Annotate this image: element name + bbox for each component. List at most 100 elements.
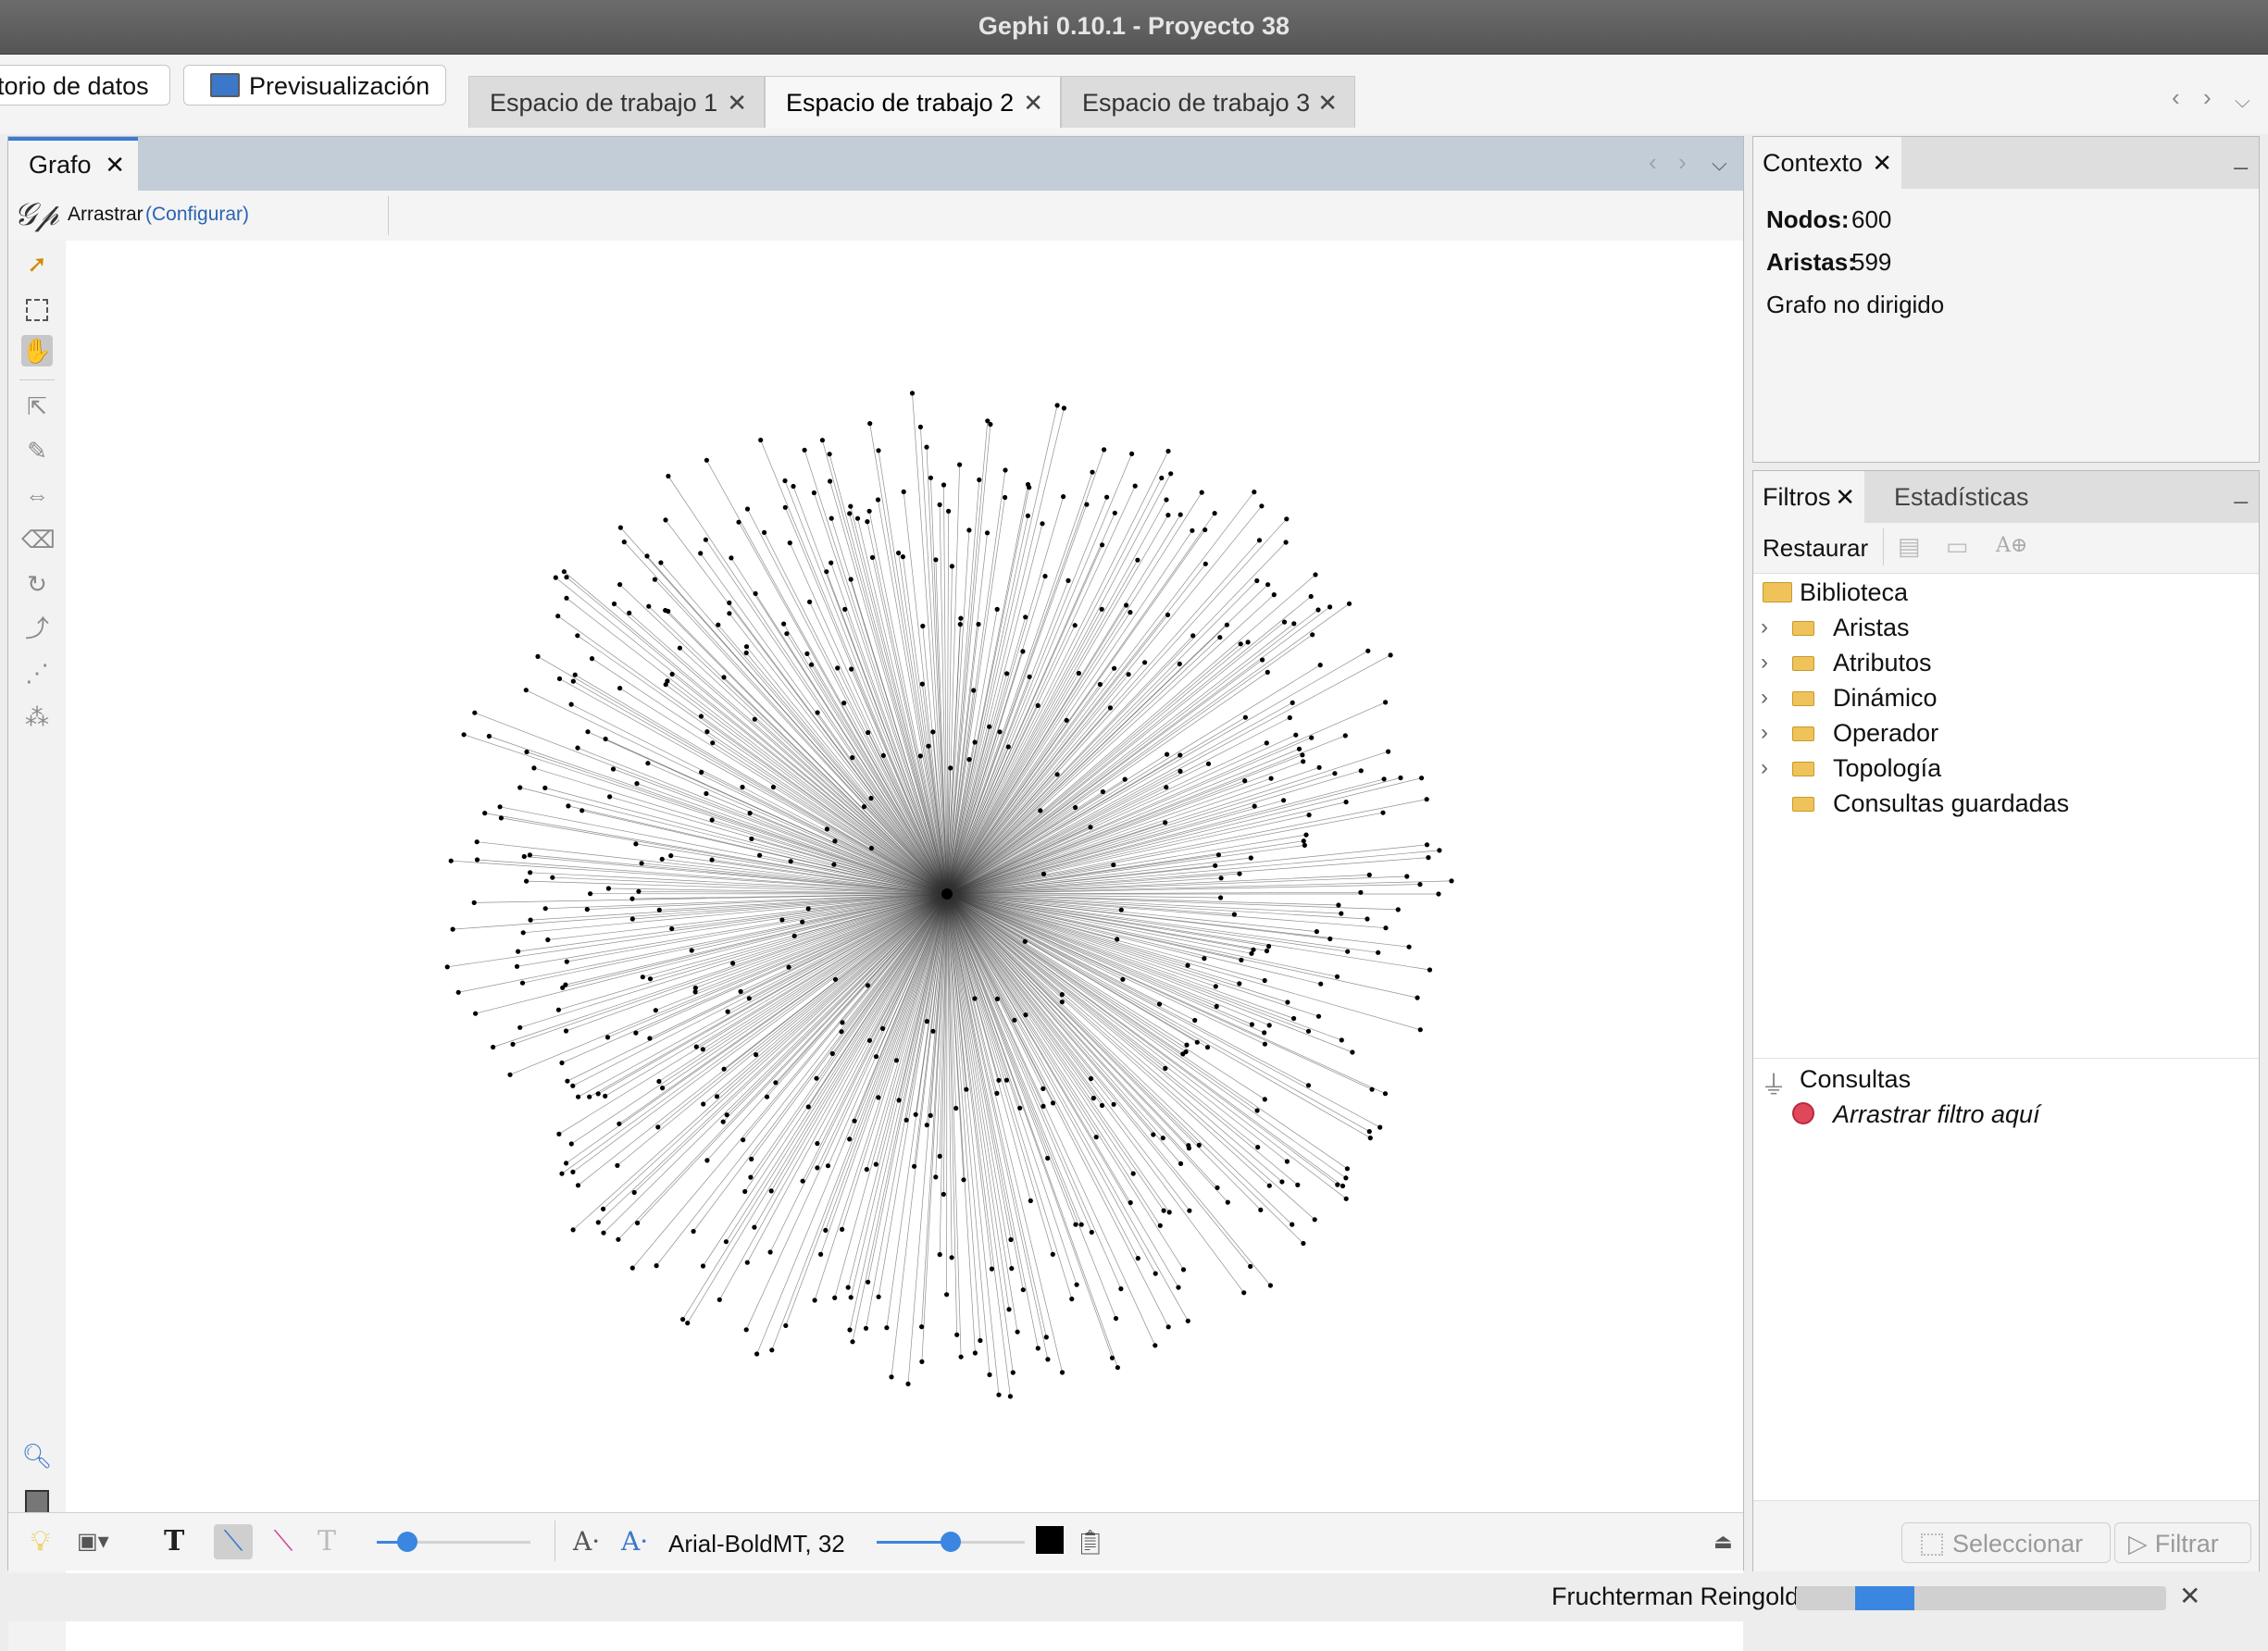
graph-node[interactable] [571,1227,576,1232]
graph-node[interactable] [807,600,812,604]
graph-node[interactable] [1219,875,1224,880]
graph-node[interactable] [812,490,816,495]
edge-scale-slider[interactable] [377,1541,530,1544]
graph-node[interactable] [1113,511,1117,515]
graph-node[interactable] [749,837,754,841]
graph-node[interactable] [1263,1097,1267,1101]
graph-node[interactable] [868,796,873,801]
graph-node[interactable] [791,484,795,489]
label-size-icon[interactable]: A· [573,1524,600,1559]
graph-node[interactable] [781,622,786,627]
graph-node[interactable] [912,1164,916,1169]
graph-node[interactable] [1151,1132,1155,1136]
slider-knob[interactable] [941,1532,961,1552]
graph-node[interactable] [1249,855,1253,860]
graph-node[interactable] [1088,825,1092,829]
graph-node[interactable] [1376,950,1380,955]
graph-node[interactable] [801,1179,805,1184]
graph-node[interactable] [1186,1319,1190,1323]
graph-node[interactable] [862,804,866,809]
graph-node[interactable] [1131,1172,1136,1176]
graph-node[interactable] [919,1324,924,1329]
graph-node[interactable] [1104,495,1109,500]
graph-node[interactable] [653,577,657,582]
graph-node[interactable] [1249,951,1253,956]
close-icon[interactable]: ✕ [2179,1581,2200,1611]
graph-node[interactable] [1425,797,1429,801]
graph-node[interactable] [727,601,731,605]
graph-node[interactable] [725,1112,729,1117]
graph-node[interactable] [950,564,954,568]
select-button[interactable]: Seleccionar [1901,1522,2111,1563]
graph-node[interactable] [815,1141,819,1146]
graph-node[interactable] [1265,949,1269,953]
graph-node[interactable] [1335,1183,1340,1187]
graph-node[interactable] [973,1350,978,1355]
drag-hand-icon[interactable]: ✋ [21,335,53,366]
graph-node[interactable] [596,1220,601,1224]
graph-node[interactable] [1345,1166,1350,1171]
graph-node[interactable] [1055,403,1060,407]
graph-node[interactable] [1036,703,1041,708]
graph-node[interactable] [564,1028,568,1033]
graph-node[interactable] [606,886,611,890]
graph-node[interactable] [1135,558,1140,563]
graph-node[interactable] [528,852,532,857]
graph-node[interactable] [876,497,880,502]
graph-node[interactable] [1060,999,1065,1004]
graph-node[interactable] [773,1080,778,1085]
show-edge-labels-icon[interactable]: T [318,1524,336,1559]
graph-node[interactable] [1307,813,1312,817]
graph-node[interactable] [517,785,522,789]
graph-node[interactable] [1265,670,1270,675]
graph-node[interactable] [1119,908,1124,912]
graph-node[interactable] [1065,718,1069,723]
graph-node[interactable] [920,682,925,687]
queries-label[interactable]: Consultas [1800,1065,1911,1094]
graph-node[interactable] [449,859,454,863]
graph-node[interactable] [758,438,763,442]
graph-node[interactable] [1036,1346,1041,1350]
graph-node[interactable] [1206,762,1211,766]
graph-node[interactable] [1318,982,1323,987]
graph-node[interactable] [1370,1087,1375,1092]
graph-node[interactable] [654,1263,659,1268]
graph-node[interactable] [1178,769,1182,774]
graph-node[interactable] [745,506,750,511]
graph-node[interactable] [829,516,834,521]
graph-node[interactable] [1239,958,1243,962]
graph-node[interactable] [543,906,548,911]
graph-node[interactable] [754,591,758,596]
graph-node[interactable] [462,732,467,737]
graph-node[interactable] [849,1295,854,1299]
graph-node[interactable] [1284,540,1289,544]
library-label[interactable]: Biblioteca [1800,578,1908,607]
graph-node[interactable] [701,1101,705,1106]
graph-node[interactable] [699,714,704,718]
chevron-left-icon[interactable]: ‹ [1649,148,1657,177]
graph-node[interactable] [757,853,762,858]
graph-node[interactable] [1118,1286,1123,1291]
graph-node[interactable] [824,569,829,574]
graph-node[interactable] [925,1019,929,1024]
graph-node[interactable] [1419,776,1424,780]
shortest-path-icon[interactable]: ⋰ [21,657,53,689]
graph-node[interactable] [569,702,574,707]
zoom-fit-icon[interactable]: 🔍︎ [21,1440,53,1471]
graph-node[interactable] [680,1317,685,1322]
graph-node[interactable] [902,490,906,494]
graph-node[interactable] [1065,578,1070,583]
graph-node[interactable] [849,666,854,671]
graph-node[interactable] [1237,981,1241,986]
tab-statistics[interactable]: Estadísticas [1894,471,2029,523]
graph-node[interactable] [1436,891,1440,896]
font-name-label[interactable]: Arial-BoldMT, 32 [668,1530,845,1558]
graph-node[interactable] [559,1172,564,1176]
graph-node[interactable] [1288,715,1292,720]
graph-node[interactable] [1165,449,1170,453]
graph-node[interactable] [1213,511,1217,515]
pointer-help-icon[interactable]: ⇱ [21,391,53,422]
graph-node[interactable] [876,448,880,453]
graph-node[interactable] [612,602,617,606]
graph-node[interactable] [616,1237,620,1242]
